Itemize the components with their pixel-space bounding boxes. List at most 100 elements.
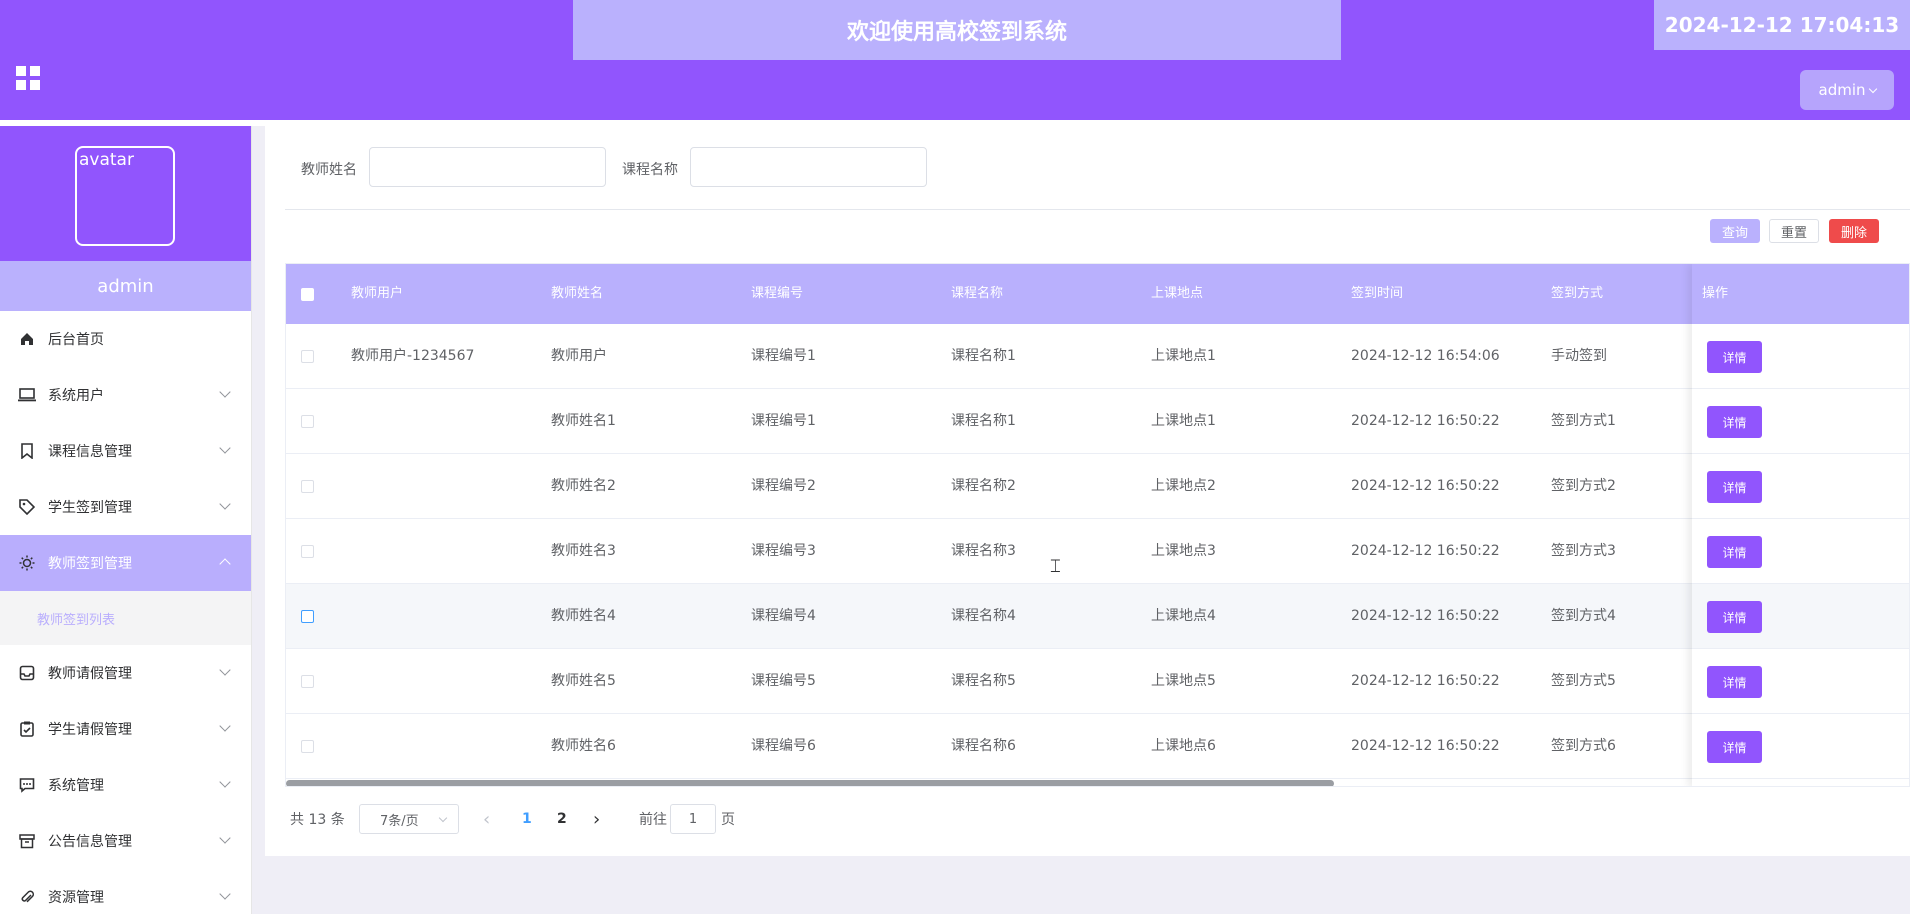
chevron-up-icon	[219, 558, 231, 570]
cell-signin-time: 2024-12-12 16:50:22	[1351, 543, 1500, 559]
prev-page-button[interactable]: ‹	[483, 804, 490, 834]
submenu-item-teacher-signin-list[interactable]: 教师签到列表	[0, 591, 251, 645]
cell-location: 上课地点6	[1151, 738, 1216, 754]
row-checkbox[interactable]	[301, 675, 314, 688]
sidebar-item-label: 系统用户	[48, 388, 104, 404]
teacher-name-input[interactable]	[369, 147, 606, 187]
sun-icon	[18, 554, 36, 572]
table-row[interactable]: 教师姓名1 课程编号1 课程名称1 上课地点1 2024-12-12 16:50…	[286, 389, 1909, 454]
main-content: 教师姓名 课程名称 查询 重置 删除 教师用户 教师姓名 课程编号 课程名称 上…	[265, 126, 1910, 856]
operation-cell: 详情	[1692, 584, 1909, 649]
sidebar-item-student-leave[interactable]: 学生请假管理	[0, 701, 251, 757]
sidebar-item-teacher-signin[interactable]: 教师签到管理	[0, 535, 251, 591]
row-checkbox[interactable]	[301, 740, 314, 753]
archive-icon	[18, 832, 36, 850]
sidebar-item-system-users[interactable]: 系统用户	[0, 367, 251, 423]
chevron-down-icon	[219, 776, 231, 788]
horizontal-scrollbar[interactable]	[286, 780, 1334, 786]
detail-button[interactable]: 详情	[1707, 341, 1762, 373]
page-number[interactable]: 2	[557, 804, 567, 834]
chevron-down-icon	[219, 832, 231, 844]
cell-course-no: 课程编号5	[751, 673, 816, 689]
cell-course-name: 课程名称3	[951, 543, 1016, 559]
cell-teacher-name: 教师姓名3	[551, 543, 616, 559]
user-dropdown-button[interactable]: admin	[1800, 70, 1894, 110]
page-number-current[interactable]: 1	[522, 804, 532, 834]
detail-button[interactable]: 详情	[1707, 406, 1762, 438]
sidebar-item-system-management[interactable]: 系统管理	[0, 757, 251, 813]
cell-teacher-name: 教师姓名2	[551, 478, 616, 494]
menu-grid-icon[interactable]	[16, 66, 40, 90]
page-size-select[interactable]: 7条/页	[359, 804, 459, 834]
chevron-down-icon	[219, 442, 231, 454]
table-row[interactable]: 教师姓名5 课程编号5 课程名称5 上课地点5 2024-12-12 16:50…	[286, 649, 1909, 714]
cell-location: 上课地点1	[1151, 413, 1216, 429]
table-row[interactable]: 教师用户-1234567 教师用户 课程编号1 课程名称1 上课地点1 2024…	[286, 324, 1909, 389]
cell-course-no: 课程编号1	[751, 348, 816, 364]
operation-cell: 详情	[1692, 519, 1909, 584]
sidebar-item-resources[interactable]: 资源管理	[0, 869, 251, 914]
sidebar-item-course-info[interactable]: 课程信息管理	[0, 423, 251, 479]
table-row[interactable]: 教师姓名6 课程编号6 课程名称6 上课地点6 2024-12-12 16:50…	[286, 714, 1909, 779]
sidebar-item-label: 系统管理	[48, 778, 104, 794]
teacher-name-label: 教师姓名	[301, 162, 357, 178]
detail-button[interactable]: 详情	[1707, 666, 1762, 698]
column-header: 上课地点	[1151, 286, 1204, 301]
home-icon	[18, 330, 36, 348]
page-size-value: 7条/页	[380, 813, 419, 829]
table-row[interactable]: 教师姓名2 课程编号2 课程名称2 上课地点2 2024-12-12 16:50…	[286, 454, 1909, 519]
cell-course-name: 课程名称5	[951, 673, 1016, 689]
delete-button[interactable]: 删除	[1829, 219, 1879, 243]
row-checkbox[interactable]	[301, 350, 314, 363]
reset-button[interactable]: 重置	[1769, 219, 1819, 243]
row-checkbox[interactable]	[301, 415, 314, 428]
current-datetime: 2024-12-12 17:04:13	[1654, 0, 1910, 50]
chevron-down-icon	[219, 720, 231, 732]
sidebar-username: admin	[0, 261, 251, 311]
column-header: 教师姓名	[551, 286, 604, 301]
table-row[interactable]: 教师姓名4 课程编号4 课程名称4 上课地点4 2024-12-12 16:50…	[286, 584, 1909, 649]
user-dropdown-label: admin	[1818, 81, 1866, 99]
sidebar-item-label: 学生请假管理	[48, 722, 132, 738]
detail-button[interactable]: 详情	[1707, 536, 1762, 568]
select-all-checkbox[interactable]	[301, 288, 314, 301]
sidebar-item-label: 教师签到管理	[48, 556, 132, 572]
cell-signin-method: 签到方式1	[1551, 413, 1616, 429]
avatar: avatar	[75, 146, 175, 246]
detail-button[interactable]: 详情	[1707, 601, 1762, 633]
cell-signin-time: 2024-12-12 16:50:22	[1351, 608, 1500, 624]
goto-page-input[interactable]	[670, 804, 716, 834]
cell-signin-method: 签到方式2	[1551, 478, 1616, 494]
column-header: 操作	[1692, 264, 1909, 324]
message-icon	[18, 776, 36, 794]
sidebar-item-label: 后台首页	[48, 332, 104, 348]
next-page-button[interactable]: ›	[593, 804, 600, 834]
sidebar-item-student-signin[interactable]: 学生签到管理	[0, 479, 251, 535]
cell-signin-time: 2024-12-12 16:50:22	[1351, 413, 1500, 429]
detail-button[interactable]: 详情	[1707, 471, 1762, 503]
sidebar-item-label: 教师请假管理	[48, 666, 132, 682]
row-checkbox[interactable]	[301, 545, 314, 558]
query-button[interactable]: 查询	[1710, 219, 1760, 243]
cell-signin-time: 2024-12-12 16:50:22	[1351, 673, 1500, 689]
column-header: 教师用户	[351, 286, 404, 301]
sidebar-item-label: 学生签到管理	[48, 500, 132, 516]
operation-cell: 详情	[1692, 389, 1909, 454]
cell-course-no: 课程编号1	[751, 413, 816, 429]
course-name-input[interactable]	[690, 147, 927, 187]
cell-teacher-name: 教师姓名4	[551, 608, 616, 624]
sidebar-item-home[interactable]: 后台首页	[0, 311, 251, 367]
sidebar-item-teacher-leave[interactable]: 教师请假管理	[0, 645, 251, 701]
cell-course-no: 课程编号2	[751, 478, 816, 494]
table-row[interactable]: 教师姓名3 课程编号3 课程名称3 上课地点3 2024-12-12 16:50…	[286, 519, 1909, 584]
sidebar-item-label: 公告信息管理	[48, 834, 132, 850]
cell-location: 上课地点2	[1151, 478, 1216, 494]
operation-column: 操作 详情 详情 详情 详情 详情 详情 详情	[1692, 264, 1909, 786]
row-checkbox[interactable]	[301, 480, 314, 493]
row-checkbox[interactable]	[301, 610, 314, 623]
cell-signin-method: 签到方式5	[1551, 673, 1616, 689]
clipboard-icon	[18, 720, 36, 738]
sidebar-item-announcements[interactable]: 公告信息管理	[0, 813, 251, 869]
cell-course-name: 课程名称1	[951, 348, 1016, 364]
detail-button[interactable]: 详情	[1707, 731, 1762, 763]
